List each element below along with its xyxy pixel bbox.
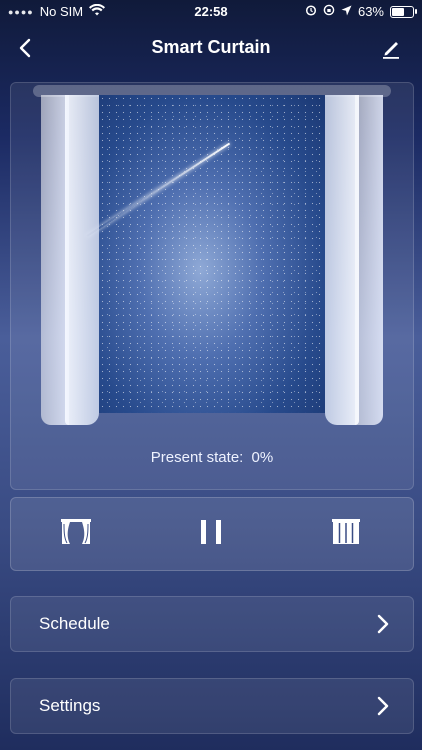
present-state-value: 0% xyxy=(251,449,274,466)
curtain-left-front-panel xyxy=(65,95,99,425)
pause-button[interactable] xyxy=(193,516,229,552)
chevron-right-icon xyxy=(377,695,389,717)
curtain-controls xyxy=(10,497,414,571)
battery-icon xyxy=(390,5,417,18)
edit-pencil-icon[interactable] xyxy=(380,36,402,60)
chevron-right-icon xyxy=(377,613,389,635)
status-bar: ●●●● No SIM 22:58 63% xyxy=(0,0,422,22)
nav-bar: Smart Curtain xyxy=(0,28,422,68)
pause-icon xyxy=(199,518,223,551)
curtain-open-icon xyxy=(60,518,92,551)
curtain-right-back-panel xyxy=(355,95,383,425)
settings-label: Settings xyxy=(39,696,101,715)
present-state: Present state: 0% xyxy=(11,449,413,466)
settings-row[interactable]: Settings xyxy=(10,678,414,734)
curtain-close-icon xyxy=(331,518,361,551)
curtain-preview-card: Present state: 0% xyxy=(10,82,414,490)
schedule-row[interactable]: Schedule xyxy=(10,596,414,652)
meteor-streak xyxy=(86,142,231,237)
schedule-label: Schedule xyxy=(39,614,110,633)
battery-percent: 63% xyxy=(357,4,384,19)
alarm-icon xyxy=(305,4,317,19)
orientation-lock-icon xyxy=(323,4,335,19)
present-state-label: Present state: xyxy=(150,449,244,466)
close-curtain-button[interactable] xyxy=(328,516,364,552)
location-icon xyxy=(341,4,352,19)
open-curtain-button[interactable] xyxy=(58,516,94,552)
page-title: Smart Curtain xyxy=(151,37,271,57)
curtain-right-front-panel xyxy=(325,95,359,425)
window-sky-image xyxy=(86,95,325,413)
